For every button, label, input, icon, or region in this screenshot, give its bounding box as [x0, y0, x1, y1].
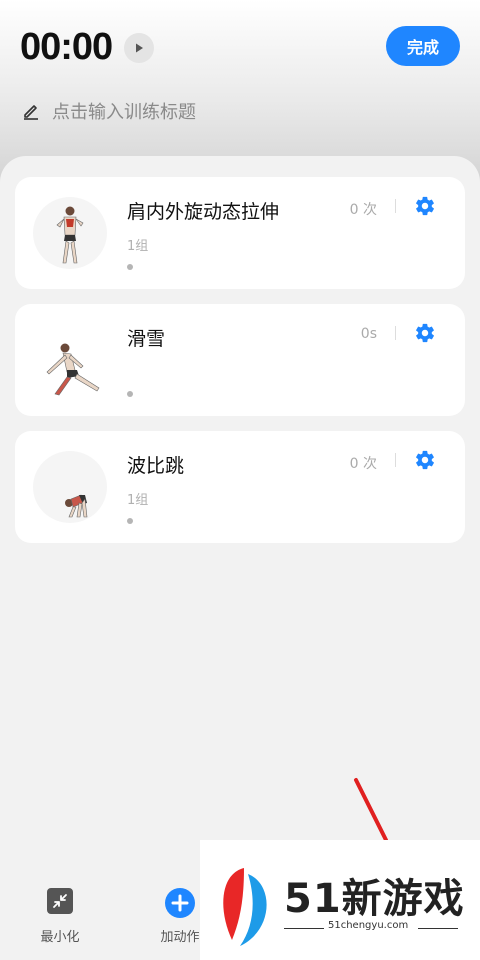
divider [418, 928, 458, 929]
play-icon [136, 43, 143, 53]
watermark-url: 51chengyu.com [328, 920, 409, 931]
gear-icon[interactable] [414, 322, 436, 344]
watermark: 51新游戏 51chengyu.com [200, 840, 480, 960]
pencil-icon [24, 105, 38, 120]
figure-skiing-icon [46, 343, 100, 396]
title-placeholder: 点击输入训练标题 [52, 102, 196, 123]
divider [395, 199, 396, 213]
exercise-card[interactable]: 肩内外旋动态拉伸 1组 0 次 [15, 177, 465, 289]
set-indicator-dot [127, 391, 133, 397]
figure-rotation-icon [56, 206, 84, 264]
red-annotation-stroke [354, 778, 388, 842]
brand-logo-icon [223, 868, 267, 946]
exercise-name: 波比跳 [127, 455, 185, 477]
gear-icon[interactable] [414, 449, 436, 471]
watermark-brand: 51新游戏 [284, 876, 465, 922]
play-button[interactable] [124, 33, 154, 63]
workout-timer: 00:00 [20, 26, 113, 68]
exercise-sets: 1组 [127, 493, 149, 508]
workout-title-input[interactable]: 点击输入训练标题 [22, 98, 196, 124]
set-indicator-dot [127, 518, 133, 524]
set-indicator-dot [127, 264, 133, 270]
divider [395, 326, 396, 340]
exercise-name: 肩内外旋动态拉伸 [127, 201, 280, 223]
minimize-button[interactable]: 最小化 [20, 888, 100, 945]
exercise-sets: 1组 [127, 239, 149, 254]
exercise-thumbnail [33, 324, 107, 396]
plus-circle-icon [165, 888, 195, 918]
divider [395, 453, 396, 467]
exercise-thumbnail [33, 197, 107, 269]
exercise-count: 0 次 [349, 202, 377, 218]
minimize-label: 最小化 [40, 930, 80, 945]
exercise-name: 滑雪 [127, 328, 166, 350]
exercise-count: 0s [360, 326, 377, 342]
exercise-card[interactable]: 波比跳 1组 0 次 [15, 431, 465, 543]
exercise-count: 0 次 [349, 456, 377, 472]
done-button[interactable]: 完成 [386, 26, 460, 66]
divider [284, 928, 324, 929]
exercise-thumbnail [33, 451, 107, 523]
exercise-card[interactable]: 滑雪 0s [15, 304, 465, 416]
gear-icon[interactable] [414, 195, 436, 217]
minimize-icon [47, 888, 73, 914]
figure-burpee-icon [65, 494, 88, 518]
